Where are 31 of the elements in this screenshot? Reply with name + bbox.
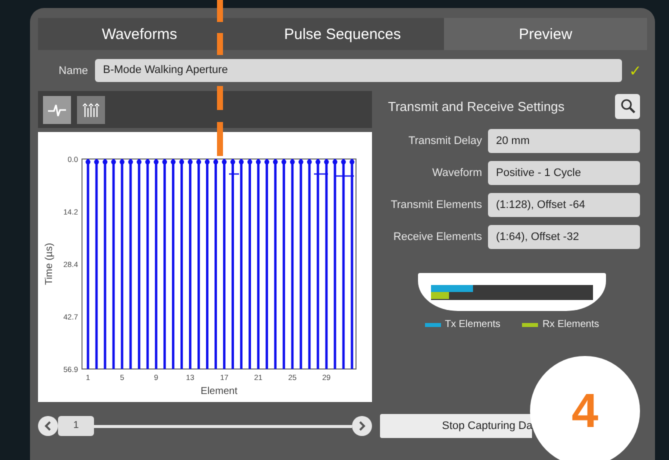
field-label: Transmit Delay — [407, 135, 482, 147]
search-icon — [620, 98, 636, 114]
field-label: Transmit Elements — [390, 199, 482, 211]
chevron-left-icon — [43, 421, 53, 431]
x-axis-label: Element — [200, 386, 238, 397]
setting-field[interactable]: Positive - 1 Cycle — [488, 161, 640, 185]
field-label: Receive Elements — [392, 231, 482, 243]
name-field[interactable]: B-Mode Walking Aperture — [95, 59, 622, 82]
search-button[interactable] — [615, 94, 640, 118]
chevron-right-icon — [357, 421, 367, 431]
setting-field[interactable]: (1:128), Offset -64 — [488, 193, 640, 217]
tab[interactable]: Preview — [444, 18, 647, 50]
previous-button[interactable] — [38, 416, 58, 436]
setting-field[interactable]: 20 mm — [488, 129, 640, 153]
settings-title: Transmit and Receive Settings — [388, 98, 565, 114]
arrows-icon — [81, 102, 101, 118]
tab[interactable]: Pulse Sequences — [241, 18, 444, 50]
pulse-wave-button[interactable] — [43, 96, 71, 124]
legend-label: Tx Elements — [444, 319, 500, 330]
field-label: Waveform — [431, 167, 482, 179]
name-label: Name — [58, 64, 88, 76]
next-button[interactable] — [352, 416, 372, 436]
capture-button[interactable]: Stop Capturing Da — [380, 414, 532, 438]
y-axis-label: Time (µs) — [44, 242, 55, 286]
tab[interactable]: Waveforms — [38, 18, 241, 50]
wave-sequence-button[interactable] — [77, 96, 105, 124]
setting-field[interactable]: (1:64), Offset -32 — [488, 225, 640, 249]
valid-check-mark: ✓ — [629, 62, 643, 80]
slider-thumb[interactable]: 1 — [58, 416, 94, 436]
legend-label: Rx Elements — [542, 319, 600, 330]
pulse-icon — [47, 102, 67, 118]
